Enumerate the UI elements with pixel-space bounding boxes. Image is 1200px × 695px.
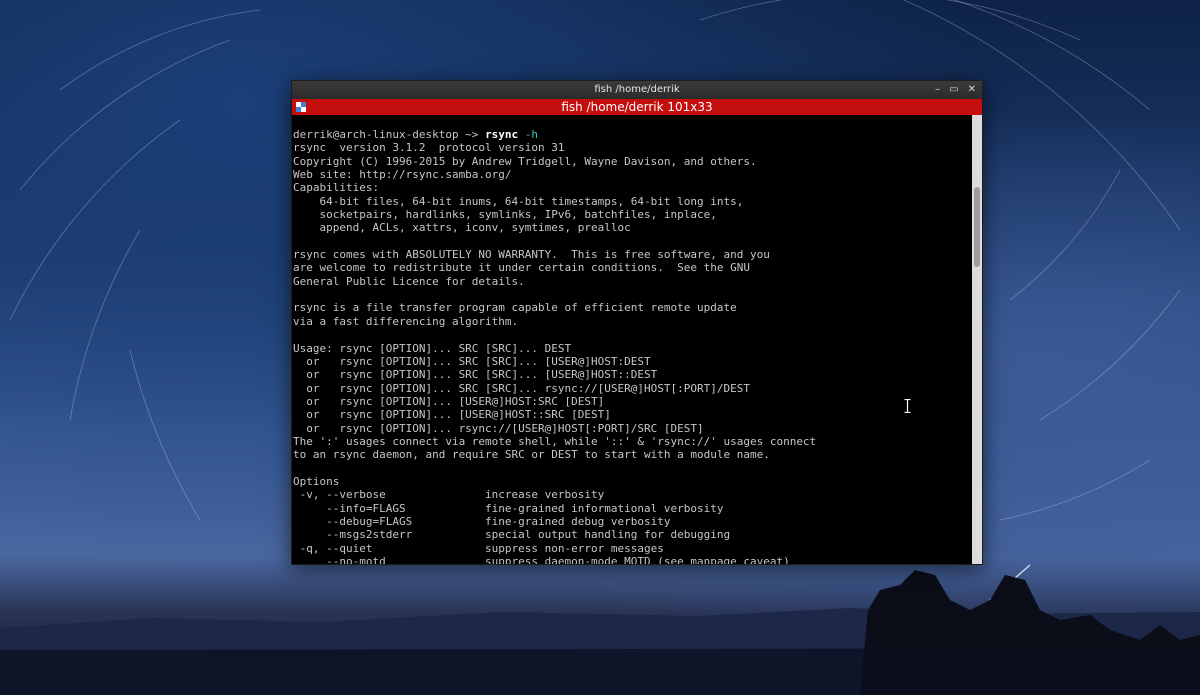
terminal-window[interactable]: fish /home/derrik – ▭ ✕ fish /home/derri…: [291, 80, 983, 565]
maximize-button[interactable]: ▭: [949, 81, 958, 99]
output-line: Usage: rsync [OPTION]... SRC [SRC]... DE…: [293, 341, 572, 355]
output-line: or rsync [OPTION]... SRC [SRC]... [USER@…: [293, 354, 651, 368]
output-line: The ':' usages connect via remote shell,…: [293, 434, 817, 448]
output-line: Web site: http://rsync.samba.org/: [293, 168, 512, 182]
output-line: --debug=FLAGS fine-grained debug verbosi…: [293, 514, 671, 528]
output-line: socketpairs, hardlinks, symlinks, IPv6, …: [293, 208, 717, 222]
output-line: Options: [293, 474, 340, 488]
ibeam-cursor-icon: [904, 399, 911, 413]
command-name: rsync: [485, 128, 519, 141]
tab-title: fish /home/derrik 101x33: [561, 100, 713, 114]
output-line: to an rsync daemon, and require SRC or D…: [293, 448, 770, 462]
window-title: fish /home/derrik: [594, 84, 680, 95]
terminal-output[interactable]: derrik@arch-linux-desktop ~> rsync -h rs…: [292, 115, 973, 564]
command-argument: -h: [518, 128, 539, 141]
terminal-scrollbar[interactable]: [972, 115, 982, 564]
output-line: are welcome to redistribute it under cer…: [293, 261, 750, 275]
output-line: rsync is a file transfer program capable…: [293, 301, 737, 315]
output-line: or rsync [OPTION]... SRC [SRC]... rsync:…: [293, 381, 750, 395]
command-output: rsync version 3.1.2 protocol version 31 C…: [293, 141, 973, 564]
window-titlebar[interactable]: fish /home/derrik – ▭ ✕: [292, 81, 982, 99]
output-line: or rsync [OPTION]... [USER@]HOST::SRC [D…: [293, 408, 611, 422]
terminal-tab-icon[interactable]: [296, 102, 306, 112]
window-controls: – ▭ ✕: [935, 81, 976, 99]
output-line: --msgs2stderr special output handling fo…: [293, 528, 731, 542]
output-line: or rsync [OPTION]... rsync://[USER@]HOST…: [293, 421, 704, 435]
output-line: rsync comes with ABSOLUTELY NO WARRANTY.…: [293, 248, 770, 262]
output-line: --info=FLAGS fine-grained informational …: [293, 501, 724, 515]
output-line: rsync version 3.1.2 protocol version 31: [293, 141, 565, 155]
output-line: Capabilities:: [293, 181, 380, 195]
water-reflection: [0, 648, 1200, 695]
output-line: --no-motd suppress daemon-mode MOTD (see…: [293, 555, 790, 564]
minimize-button[interactable]: –: [935, 81, 940, 99]
output-line: -v, --verbose increase verbosity: [293, 488, 605, 502]
shell-prompt: derrik@arch-linux-desktop ~>: [293, 128, 486, 141]
output-line: 64-bit files, 64-bit inums, 64-bit times…: [293, 194, 744, 208]
scrollbar-thumb[interactable]: [974, 187, 980, 267]
close-button[interactable]: ✕: [968, 81, 976, 99]
output-line: via a fast differencing algorithm.: [293, 314, 519, 328]
output-line: or rsync [OPTION]... SRC [SRC]... [USER@…: [293, 368, 658, 382]
output-line: Copyright (C) 1996-2015 by Andrew Tridge…: [293, 154, 757, 168]
prompt-line: derrik@arch-linux-desktop ~> rsync -h: [293, 128, 973, 141]
output-line: append, ACLs, xattrs, iconv, symtimes, p…: [293, 221, 631, 235]
output-line: -q, --quiet suppress non-error messages: [293, 541, 664, 555]
terminal-tab[interactable]: fish /home/derrik 101x33: [292, 99, 982, 115]
output-line: or rsync [OPTION]... [USER@]HOST:SRC [DE…: [293, 394, 605, 408]
output-line: General Public Licence for details.: [293, 274, 525, 288]
